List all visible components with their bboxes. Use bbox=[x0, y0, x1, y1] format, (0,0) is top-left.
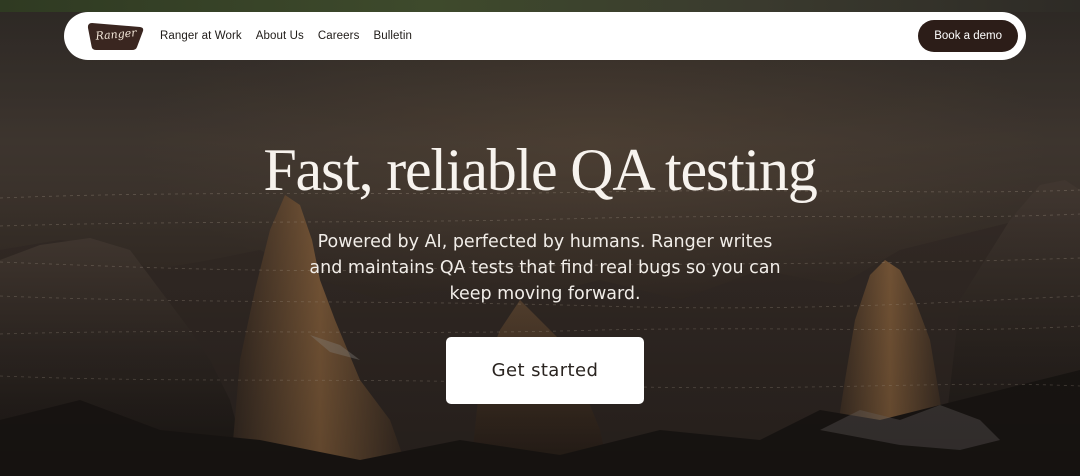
hero-title: Fast, reliable QA testing bbox=[263, 137, 817, 203]
ranger-logo[interactable]: Ranger bbox=[86, 19, 146, 53]
hero-subtitle-line: keep moving forward. bbox=[449, 284, 641, 304]
nav-link-careers[interactable]: Careers bbox=[318, 30, 360, 42]
top-navbar: Ranger Ranger at Work About Us Careers B… bbox=[64, 12, 1026, 60]
top-background-strip bbox=[0, 0, 1080, 12]
nav-link-ranger-at-work[interactable]: Ranger at Work bbox=[160, 30, 242, 42]
hero-subtitle: Powered by AI, perfected by humans. Rang… bbox=[290, 229, 800, 307]
hero-subtitle-line: and maintains QA tests that find real bu… bbox=[309, 258, 781, 278]
hero-subtitle-line: Powered by AI, perfected by humans. Rang… bbox=[317, 232, 773, 252]
nav-link-bulletin[interactable]: Bulletin bbox=[373, 30, 412, 42]
get-started-button[interactable]: Get started bbox=[446, 337, 644, 404]
nav-link-about-us[interactable]: About Us bbox=[256, 30, 304, 42]
book-demo-button[interactable]: Book a demo bbox=[918, 20, 1018, 52]
nav-links: Ranger at Work About Us Careers Bulletin bbox=[160, 30, 412, 42]
